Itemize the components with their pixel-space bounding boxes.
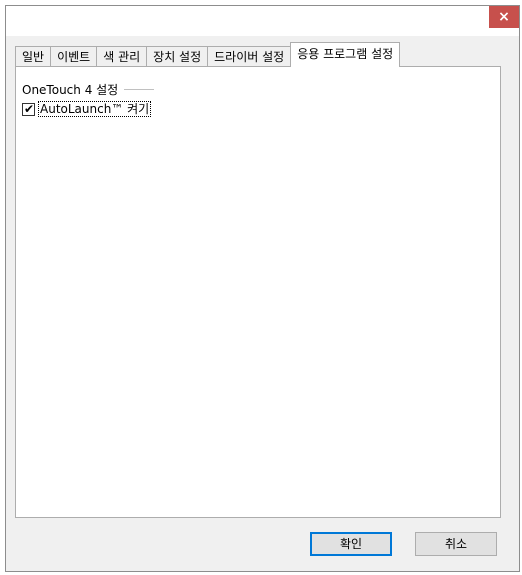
group-title-label: OneTouch 4 설정 [22,83,119,97]
tab-panel [15,66,501,518]
group-box-title: OneTouch 4 설정 [22,81,155,98]
ok-button[interactable]: 확인 [310,532,392,556]
tab-device-settings[interactable]: 장치 설정 [146,46,209,67]
group-divider [124,89,155,90]
cancel-button[interactable]: 취소 [415,532,497,556]
tab-color-management[interactable]: 색 관리 [96,46,148,67]
checkmark-icon: ✔ [24,101,35,116]
autolaunch-checkbox-label[interactable]: AutoLaunch™ 켜기 [38,101,152,117]
tab-general[interactable]: 일반 [15,46,52,67]
tab-events[interactable]: 이벤트 [50,46,98,67]
tab-application-settings[interactable]: 응용 프로그램 설정 [290,42,401,67]
autolaunch-checkbox[interactable]: ✔ [22,101,35,116]
close-icon: × [498,9,510,25]
close-button[interactable]: × [489,6,519,28]
tab-driver-settings[interactable]: 드라이버 설정 [207,46,292,67]
title-bar: × [6,6,519,36]
autolaunch-checkbox-row[interactable]: ✔ AutoLaunch™ 켜기 [22,101,152,117]
tab-strip: 일반 이벤트 색 관리 장치 설정 드라이버 설정 응용 프로그램 설정 [15,42,401,67]
